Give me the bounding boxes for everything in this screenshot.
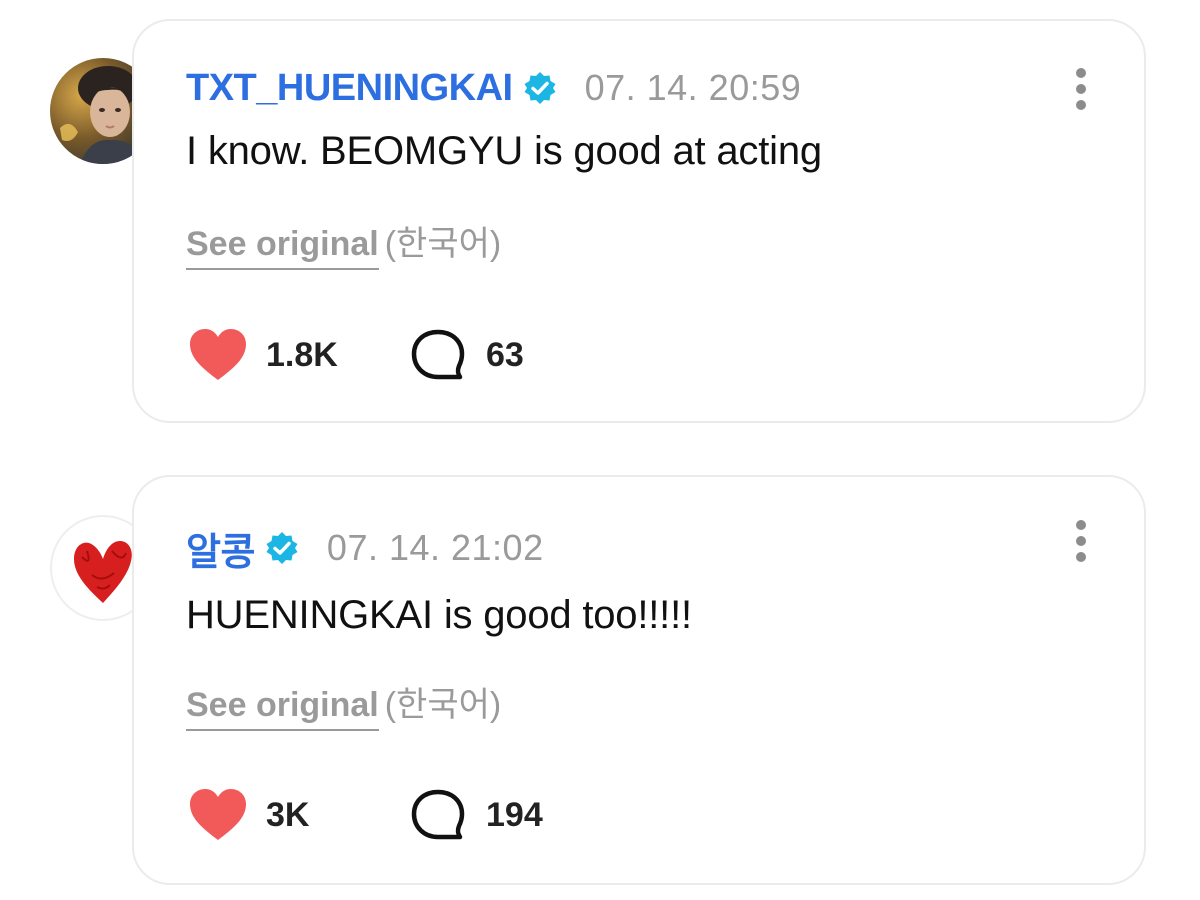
reply-count: 194	[486, 795, 543, 834]
username[interactable]: TXT_HUENINGKAI	[186, 67, 513, 110]
reply-count: 63	[486, 335, 524, 374]
original-language: (한국어)	[384, 225, 502, 263]
more-options-icon[interactable]	[1074, 67, 1088, 111]
comment-card: 알콩 07. 14. 21:02 HUENINGKAI is good too!…	[132, 475, 1146, 885]
verified-badge-icon	[524, 72, 556, 104]
see-original-link[interactable]: See original	[186, 225, 379, 270]
comment-header: TXT_HUENINGKAI 07. 14. 20:59	[186, 65, 801, 111]
translation-toggle: See original (한국어)	[186, 216, 501, 270]
username[interactable]: 알콩	[186, 521, 255, 576]
like-button[interactable]: 1.8K	[188, 328, 338, 382]
translation-toggle: See original (한국어)	[186, 677, 501, 731]
reply-button[interactable]: 63	[410, 327, 524, 383]
like-count: 1.8K	[266, 335, 338, 374]
heart-icon	[190, 329, 246, 380]
original-language: (한국어)	[384, 686, 502, 724]
more-options-icon[interactable]	[1074, 519, 1088, 563]
heart-icon	[190, 789, 246, 840]
comment-actions: 3K 194	[188, 787, 543, 843]
like-button[interactable]: 3K	[188, 788, 309, 842]
comment-text: HUENINGKAI is good too!!!!!	[186, 593, 692, 637]
comment-feed: TXT_HUENINGKAI 07. 14. 20:59 I know. BEO…	[0, 0, 1200, 900]
like-count: 3K	[266, 795, 310, 834]
speech-bubble-icon	[411, 789, 465, 840]
comment-card: TXT_HUENINGKAI 07. 14. 20:59 I know. BEO…	[132, 19, 1146, 423]
timestamp: 07. 14. 20:59	[584, 67, 802, 108]
verified-badge-icon	[266, 532, 298, 564]
timestamp: 07. 14. 21:02	[326, 527, 544, 568]
comment-text: I know. BEOMGYU is good at acting	[186, 129, 822, 173]
comment-actions: 1.8K 63	[188, 327, 524, 383]
reply-button[interactable]: 194	[410, 787, 543, 843]
see-original-link[interactable]: See original	[186, 686, 379, 731]
speech-bubble-icon	[411, 329, 465, 380]
comment-header: 알콩 07. 14. 21:02	[186, 525, 544, 574]
